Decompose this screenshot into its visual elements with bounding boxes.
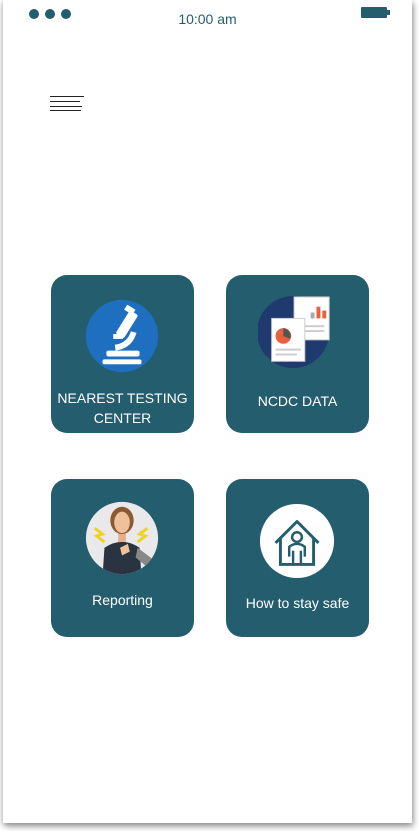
how-to-stay-safe-tile[interactable]: How to stay safe [226, 479, 369, 637]
nearest-testing-center-tile[interactable]: NEAREST TESTING CENTER [51, 275, 194, 433]
tile-label: How to stay safe [245, 595, 350, 611]
tile-label: NEAREST TESTING CENTER [57, 390, 188, 426]
tile-label: NCDC DATA [257, 393, 338, 409]
tile-label: Reporting [92, 592, 153, 608]
battery-icon [361, 7, 390, 18]
microscope-icon [85, 299, 159, 373]
stay-home-icon [259, 503, 335, 579]
data-report-icon [258, 295, 330, 369]
menu-icon[interactable] [50, 96, 84, 112]
phone-frame: 10:00 am NEAREST TESTING CENTER NCDC DAT… [3, 0, 412, 823]
sick-person-icon [85, 501, 159, 575]
status-time: 10:00 am [178, 11, 237, 27]
ncdc-data-tile[interactable]: NCDC DATA [226, 275, 369, 433]
reporting-tile[interactable]: Reporting [51, 479, 194, 637]
